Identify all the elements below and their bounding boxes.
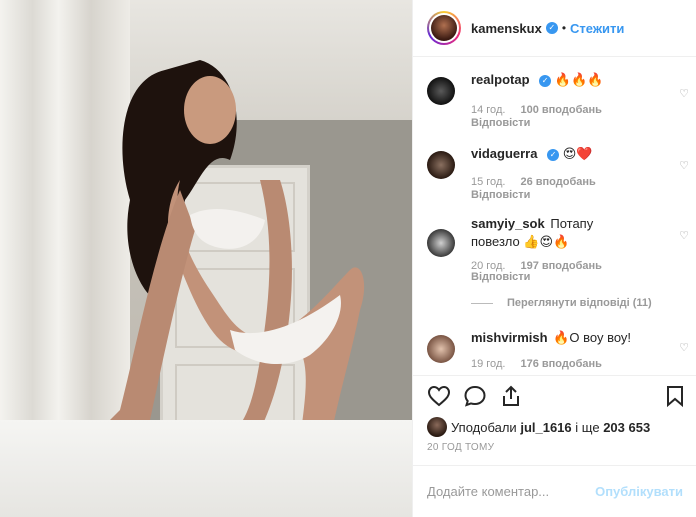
comments-list[interactable]: realpotap ✓ 🔥🔥🔥 14 год. 100 вподобань Ві…: [413, 57, 696, 375]
bookmark-icon[interactable]: [663, 384, 687, 408]
comment-likes[interactable]: 197 вподобань: [520, 260, 601, 272]
commenter-username[interactable]: samyiy_sok: [471, 216, 545, 231]
heart-icon[interactable]: ♡: [679, 87, 689, 100]
post-photo[interactable]: [0, 0, 412, 517]
comment-text: 🔥🔥🔥: [554, 72, 604, 87]
comment-time[interactable]: 15 год.: [471, 176, 505, 188]
comment-time[interactable]: 14 год.: [471, 104, 505, 116]
heart-icon[interactable]: ♡: [679, 229, 689, 242]
photo-bed: [0, 420, 412, 517]
photo-subject: [100, 60, 365, 440]
view-replies-label: Переглянути відповіді (11): [507, 297, 652, 309]
author-username[interactable]: kamenskux: [471, 21, 542, 36]
commenter-avatar[interactable]: [427, 335, 455, 363]
commenter-username[interactable]: mishvirmish: [471, 330, 548, 345]
verified-badge-icon: ✓: [539, 74, 552, 87]
comment-item: realpotap ✓ 🔥🔥🔥 14 год. 100 вподобань Ві…: [427, 71, 689, 131]
commenter-username[interactable]: realpotap: [471, 72, 530, 87]
comment-time[interactable]: 19 год.: [471, 358, 505, 370]
post-sidebar: kamenskux ✓ • Стежити realpotap ✓ 🔥🔥🔥 14…: [412, 0, 696, 517]
publish-button[interactable]: Опублікувати: [595, 484, 683, 499]
author-avatar[interactable]: [427, 11, 461, 45]
liked-by: Уподобали jul_1616 і ще 203 653: [427, 417, 650, 437]
view-replies-button[interactable]: Переглянути відповіді (11): [471, 297, 652, 309]
comment-item: samyiy_sok Потапу повезло 👍😍🔥 20 год. 19…: [427, 215, 689, 295]
comment-likes[interactable]: 100 вподобань: [520, 104, 601, 116]
liked-by-prefix: Уподобали: [451, 419, 517, 435]
comment-likes[interactable]: 176 вподобань: [520, 358, 601, 370]
comment-text: 😍❤️: [562, 146, 593, 161]
verified-badge-icon: ✓: [547, 148, 560, 161]
commenter-avatar[interactable]: [427, 151, 455, 179]
comment-meta: 19 год. 176 вподобань: [471, 357, 602, 371]
liked-by-middle: і ще: [575, 419, 600, 435]
commenter-avatar[interactable]: [427, 229, 455, 257]
comment-bubble-icon[interactable]: [463, 384, 487, 408]
follow-button[interactable]: Стежити: [570, 21, 624, 36]
header-separator: •: [561, 21, 567, 35]
verified-badge-icon: ✓: [545, 22, 558, 34]
comment-text: 🔥О воу воу!: [553, 330, 632, 345]
liker-avatar[interactable]: [427, 417, 447, 437]
post-timestamp[interactable]: 20 ГОД ТОМУ: [427, 442, 494, 453]
heart-icon[interactable]: ♡: [679, 159, 689, 172]
comment-meta: 15 год. 26 вподобань: [471, 175, 596, 189]
comment-likes[interactable]: 26 вподобань: [520, 176, 595, 188]
comment-item: mishvirmish 🔥О воу воу! 19 год. 176 впод…: [427, 329, 689, 375]
liked-by-user[interactable]: jul_1616: [520, 420, 571, 435]
replies-divider: [471, 302, 493, 304]
post-header: kamenskux ✓ • Стежити: [413, 0, 696, 57]
likes-count[interactable]: 203 653: [603, 420, 650, 435]
add-comment-bar: Додайте коментар... Опублікувати: [413, 465, 696, 517]
reply-button[interactable]: Відповісти: [471, 117, 530, 129]
reply-button[interactable]: Відповісти: [471, 189, 530, 201]
commenter-avatar[interactable]: [427, 77, 455, 105]
reply-button[interactable]: Відповісти: [471, 271, 530, 283]
comment-input[interactable]: Додайте коментар...: [427, 484, 595, 499]
like-heart-icon[interactable]: [427, 384, 451, 408]
heart-icon[interactable]: ♡: [679, 341, 689, 354]
comment-item: vidaguerra ✓ 😍❤️ 15 год. 26 вподобань Ві…: [427, 145, 689, 205]
comment-meta: 14 год. 100 вподобань: [471, 103, 602, 117]
commenter-username[interactable]: vidaguerra: [471, 146, 537, 161]
share-icon[interactable]: [499, 384, 523, 408]
post-actions: Уподобали jul_1616 і ще 203 653 20 ГОД Т…: [413, 375, 696, 465]
